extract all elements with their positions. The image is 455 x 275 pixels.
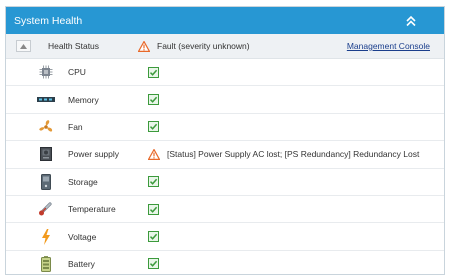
ok-checkmark-icon [148, 176, 159, 188]
ok-checkmark-icon [148, 66, 159, 78]
component-status [148, 121, 159, 133]
component-label: CPU [68, 67, 86, 78]
warning-triangle-icon [138, 40, 150, 52]
component-status [148, 176, 159, 188]
storage-icon [37, 173, 55, 190]
fan-icon [37, 119, 55, 135]
sort-up-icon [20, 43, 27, 49]
component-label: Temperature [68, 204, 116, 215]
memory-icon [37, 96, 55, 104]
component-row-storage: Storage [6, 169, 444, 196]
ok-checkmark-icon [148, 94, 159, 106]
component-label: Power supply [68, 149, 120, 160]
power-supply-icon [37, 147, 55, 162]
overall-status: Fault (severity unknown) [138, 40, 250, 52]
thermometer-icon [37, 201, 55, 217]
sort-button[interactable] [16, 40, 31, 52]
component-row-cpu: CPU [6, 59, 444, 87]
component-status-text: [Status] Power Supply AC lost; [PS Redun… [167, 149, 420, 160]
component-row-memory: Memory [6, 86, 444, 114]
panel-title: System Health [14, 14, 83, 27]
collapse-button[interactable] [392, 10, 430, 32]
component-status: [Status] Power Supply AC lost; [PS Redun… [148, 148, 420, 160]
ok-checkmark-icon [148, 121, 159, 133]
cpu-icon [37, 65, 55, 79]
component-label: Battery [68, 258, 95, 269]
component-label: Memory [68, 94, 99, 105]
component-row-power-supply: Power supply [Status] Power Supply AC los… [6, 141, 444, 169]
warning-triangle-icon [148, 148, 160, 160]
health-status-header: Health Status Fault (severity unknown) M… [6, 34, 444, 59]
double-chevron-up-icon [406, 15, 416, 26]
component-label: Fan [68, 121, 83, 132]
health-status-label: Health Status [48, 41, 100, 51]
lightning-icon [37, 228, 55, 245]
panel-titlebar: System Health [6, 7, 444, 34]
component-status [148, 231, 159, 243]
component-row-fan: Fan [6, 114, 444, 142]
ok-checkmark-icon [148, 231, 159, 243]
component-list: CPU Memory Fan Power supply [Status] Power S… [6, 59, 444, 274]
component-status [148, 66, 159, 78]
component-row-voltage: Voltage [6, 223, 444, 251]
component-row-temperature: Temperature [6, 196, 444, 224]
ok-checkmark-icon [148, 258, 159, 270]
ok-checkmark-icon [148, 203, 159, 215]
component-row-battery: Battery [6, 251, 444, 274]
overall-status-text: Fault (severity unknown) [157, 41, 250, 51]
system-health-panel: System Health Health Status Fault (sever… [5, 6, 445, 275]
battery-icon [37, 255, 55, 272]
management-console-link[interactable]: Management Console [347, 41, 430, 51]
component-label: Storage [68, 176, 98, 187]
component-status [148, 94, 159, 106]
component-status [148, 203, 159, 215]
component-status [148, 258, 159, 270]
component-label: Voltage [68, 231, 97, 242]
